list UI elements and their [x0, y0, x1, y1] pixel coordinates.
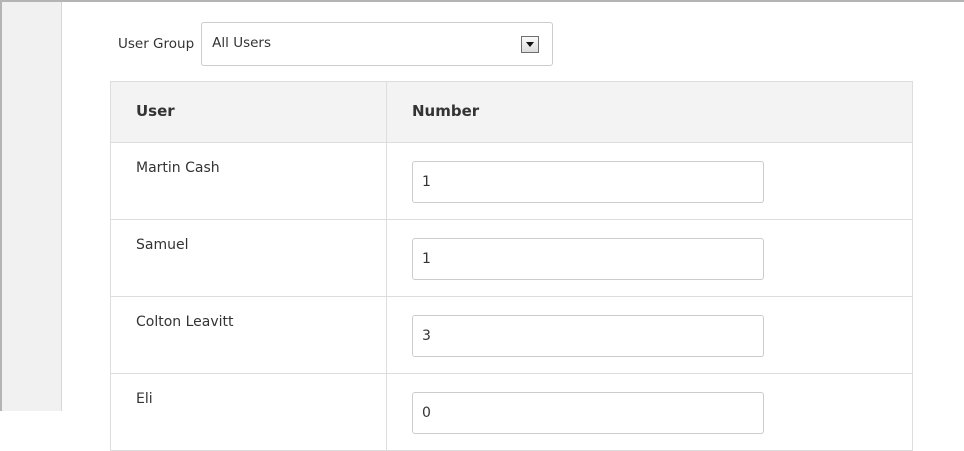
table-row: Eli — [110, 373, 913, 451]
user-name-cell: Colton Leavitt — [110, 296, 387, 374]
column-header-user: User — [110, 81, 387, 143]
number-input[interactable] — [412, 238, 764, 280]
number-cell — [386, 373, 913, 451]
chevron-down-icon[interactable] — [521, 36, 540, 53]
number-cell — [386, 296, 913, 374]
table-header-row: User Number — [110, 81, 913, 143]
user-group-select[interactable]: All Users — [201, 22, 554, 66]
user-name-cell: Samuel — [110, 219, 387, 297]
user-name-cell: Martin Cash — [110, 142, 387, 220]
table-row: Samuel — [110, 219, 913, 297]
table-row: Colton Leavitt — [110, 296, 913, 374]
table-row: Martin Cash — [110, 142, 913, 220]
user-group-label: User Group — [118, 36, 195, 52]
user-name-cell: Eli — [110, 373, 387, 451]
number-input[interactable] — [412, 315, 764, 357]
left-sidebar-strip — [2, 2, 62, 411]
user-number-table: User Number Martin Cash Samuel Colton Le… — [110, 81, 913, 451]
number-input[interactable] — [412, 161, 764, 203]
column-header-number: Number — [386, 81, 913, 143]
user-group-selected-value: All Users — [212, 35, 272, 51]
number-cell — [386, 142, 913, 220]
number-cell — [386, 219, 913, 297]
user-group-filter: User Group All Users — [118, 22, 554, 66]
number-input[interactable] — [412, 392, 764, 434]
